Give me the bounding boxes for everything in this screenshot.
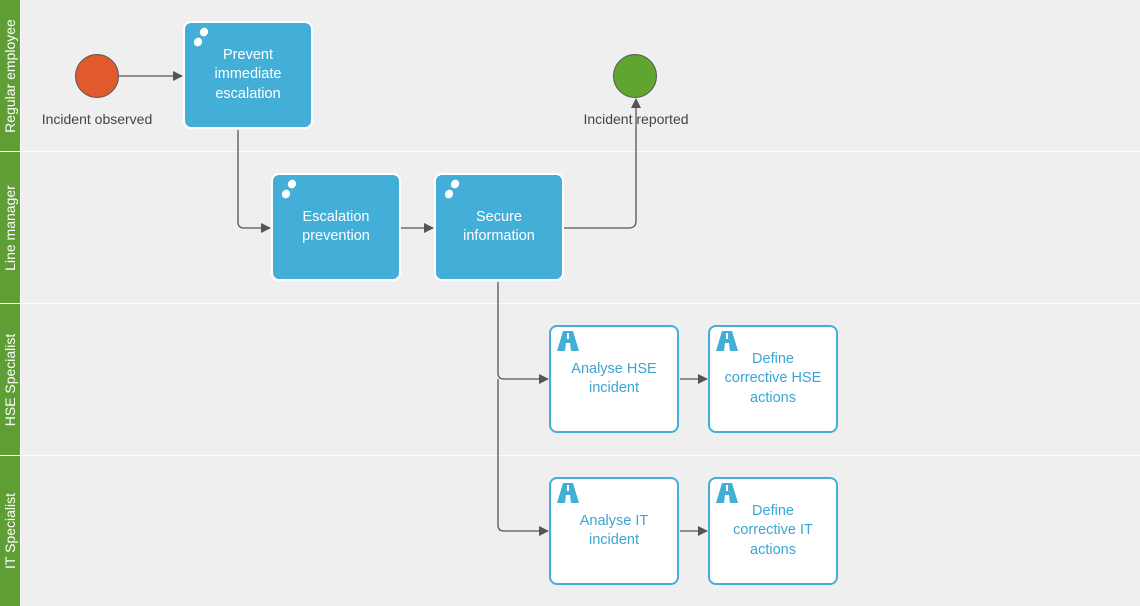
road-icon	[557, 483, 579, 510]
task-label: Define corrective IT actions	[733, 502, 813, 558]
footsteps-icon	[191, 27, 211, 56]
road-icon	[716, 483, 738, 510]
end-event[interactable]	[613, 54, 657, 98]
task-label: Prevent immediate escalation	[214, 46, 282, 102]
road-icon	[557, 331, 579, 358]
task-secure-information[interactable]: Secure information	[434, 173, 564, 281]
task-escalation-prevention[interactable]: Escalation prevention	[271, 173, 401, 281]
task-label: Secure information	[463, 208, 535, 245]
task-analyse-hse-incident[interactable]: Analyse HSE incident	[549, 325, 679, 433]
start-event-label: Incident observed	[41, 111, 153, 127]
footsteps-icon	[279, 179, 299, 208]
flow-prevent-to-escalation[interactable]	[237, 130, 271, 233]
start-event[interactable]	[75, 54, 119, 98]
task-define-corrective-it-actions[interactable]: Define corrective IT actions	[708, 477, 838, 585]
footsteps-icon	[442, 179, 462, 208]
task-label: Analyse IT incident	[579, 512, 649, 549]
road-icon	[716, 331, 738, 358]
task-label: Analyse HSE incident	[571, 360, 657, 397]
end-event-label: Incident reported	[583, 111, 689, 127]
task-prevent-immediate-escalation[interactable]: Prevent immediate escalation	[183, 21, 313, 129]
flow-secure-to-analyse-it[interactable]	[497, 379, 549, 536]
task-label: Escalation prevention	[302, 208, 370, 245]
task-define-corrective-hse-actions[interactable]: Define corrective HSE actions	[708, 325, 838, 433]
task-label: Define corrective HSE actions	[724, 350, 822, 406]
flow-secure-to-analyse-hse[interactable]	[497, 282, 549, 384]
task-analyse-it-incident[interactable]: Analyse IT incident	[549, 477, 679, 585]
